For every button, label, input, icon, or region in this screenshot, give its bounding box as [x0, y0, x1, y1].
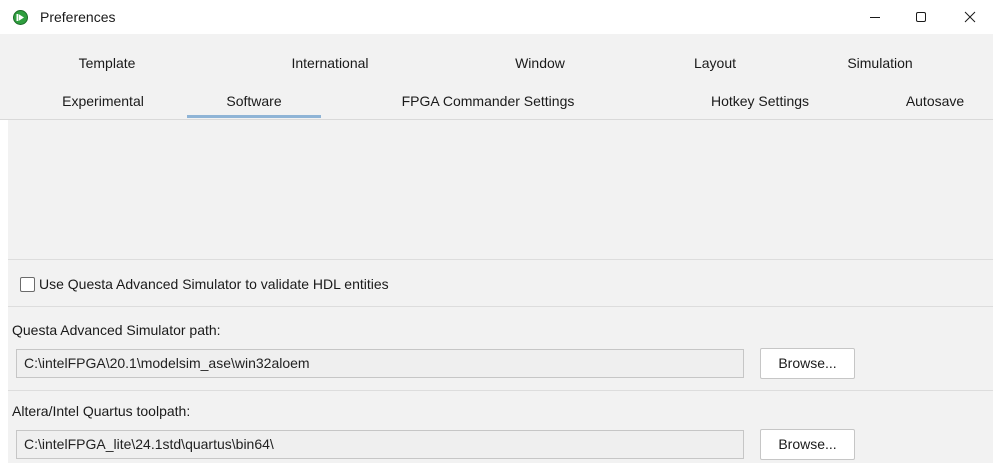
tab-strip: Template International Window Layout Sim… [0, 34, 993, 120]
questa-validate-checkbox[interactable] [20, 277, 35, 292]
tab-hotkey-settings[interactable]: Hotkey Settings [680, 86, 840, 116]
maximize-button[interactable] [898, 0, 944, 34]
tab-software[interactable]: Software [187, 86, 321, 118]
title-bar: Preferences [0, 0, 993, 34]
tab-simulation[interactable]: Simulation [820, 48, 940, 78]
questa-browse-button[interactable]: Browse... [760, 348, 855, 379]
window-title: Preferences [40, 9, 116, 25]
close-button[interactable] [947, 0, 993, 34]
separator [8, 306, 993, 307]
tab-template[interactable]: Template [48, 48, 166, 78]
maximize-icon [915, 11, 927, 23]
tab-window[interactable]: Window [480, 48, 600, 78]
app-logo-icon [13, 10, 28, 25]
questa-validate-label: Use Questa Advanced Simulator to validat… [39, 276, 389, 292]
separator [8, 390, 993, 391]
quartus-path-field[interactable]: C:\intelFPGA_lite\24.1std\quartus\bin64\ [16, 430, 744, 459]
questa-path-field[interactable]: C:\intelFPGA\20.1\modelsim_ase\win32aloe… [16, 349, 744, 378]
tab-fpga-commander-settings[interactable]: FPGA Commander Settings [370, 86, 606, 116]
tab-international[interactable]: International [260, 48, 400, 78]
separator [8, 259, 993, 260]
questa-path-label: Questa Advanced Simulator path: [12, 322, 221, 338]
close-icon [964, 11, 976, 23]
quartus-browse-button[interactable]: Browse... [760, 429, 855, 460]
minimize-icon [869, 11, 881, 23]
tab-autosave[interactable]: Autosave [880, 86, 990, 116]
quartus-path-label: Altera/Intel Quartus toolpath: [12, 403, 191, 419]
tab-experimental[interactable]: Experimental [38, 86, 168, 116]
minimize-button[interactable] [852, 0, 898, 34]
software-settings-panel: Use Questa Advanced Simulator to validat… [8, 120, 993, 463]
tab-layout[interactable]: Layout [660, 48, 770, 78]
